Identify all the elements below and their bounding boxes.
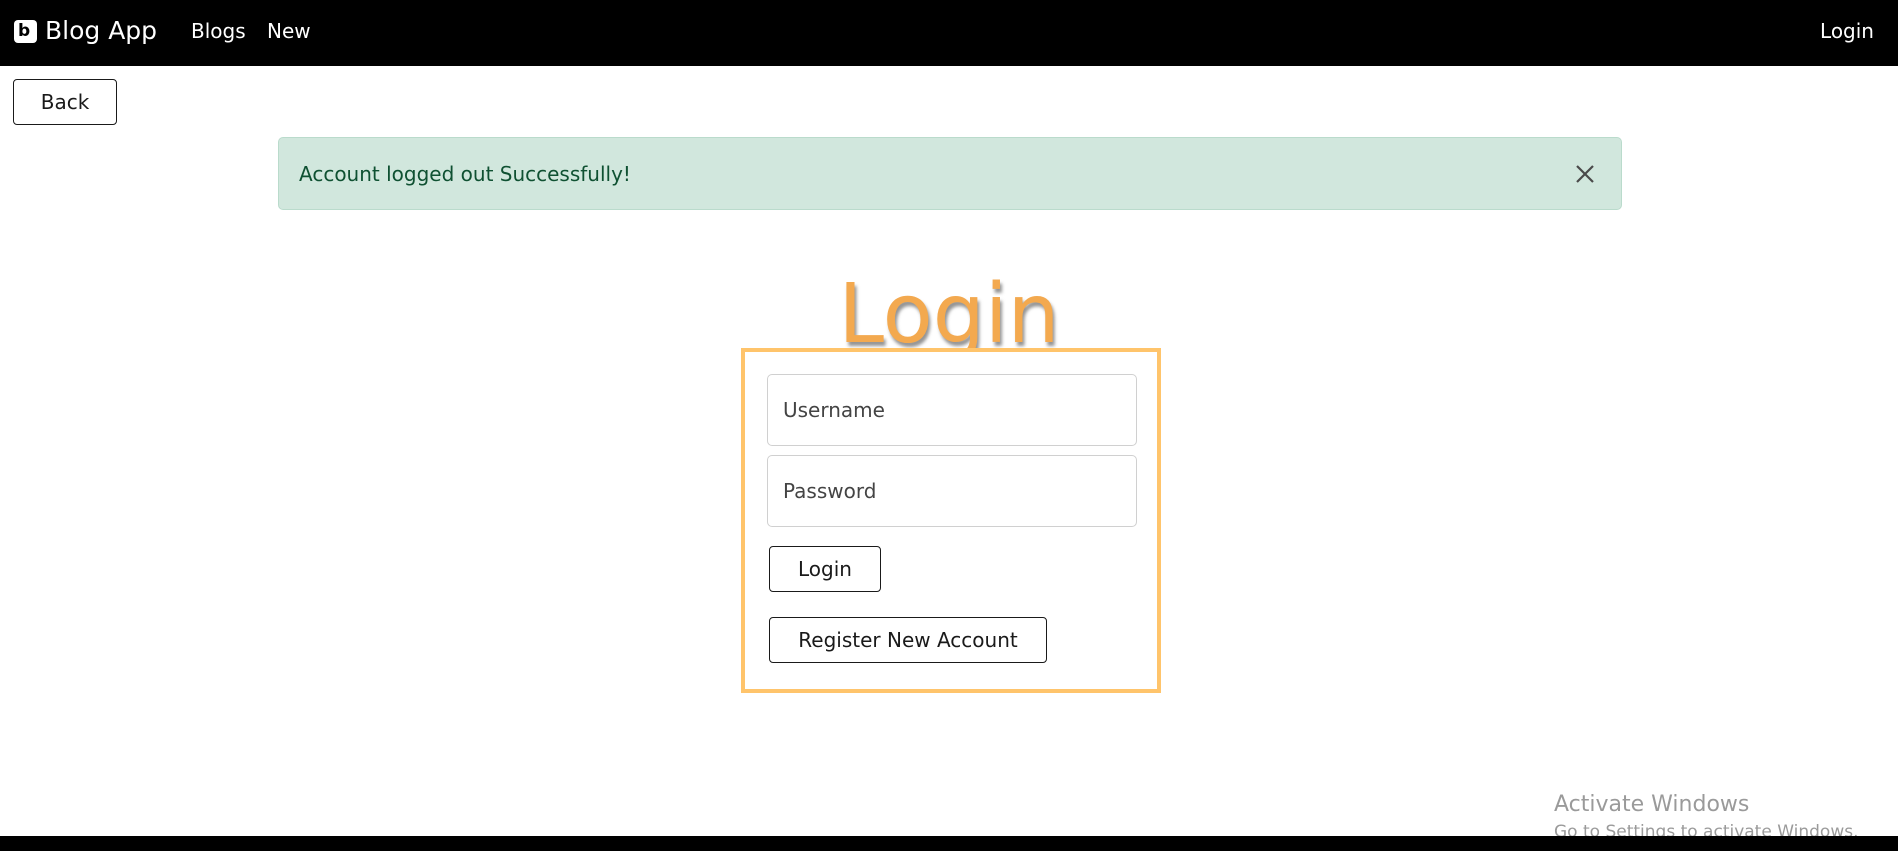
- success-alert: Account logged out Successfully!: [278, 137, 1622, 210]
- back-button[interactable]: Back: [13, 79, 117, 125]
- page: b Blog App Blogs New Login Back Account …: [0, 0, 1898, 851]
- register-button[interactable]: Register New Account: [769, 617, 1047, 663]
- login-form: Login Register New Account: [741, 348, 1161, 693]
- password-input[interactable]: [767, 455, 1137, 527]
- login-button[interactable]: Login: [769, 546, 881, 592]
- alert-message: Account logged out Successfully!: [299, 162, 631, 186]
- navbar: b Blog App Blogs New Login: [0, 0, 1898, 66]
- bottom-bar: [0, 836, 1898, 851]
- nav-new-link[interactable]: New: [267, 18, 311, 44]
- nav-login-link[interactable]: Login: [1820, 18, 1874, 44]
- blogger-icon: b: [14, 19, 37, 43]
- brand-name: Blog App: [45, 16, 158, 45]
- nav-blogs-link[interactable]: Blogs: [191, 18, 246, 44]
- windows-activation-watermark: Activate Windows Go to Settings to activ…: [1554, 790, 1859, 842]
- username-input[interactable]: [767, 374, 1137, 446]
- brand-link[interactable]: b Blog App: [14, 14, 157, 48]
- watermark-title: Activate Windows: [1554, 792, 1750, 817]
- close-icon[interactable]: [1567, 156, 1603, 192]
